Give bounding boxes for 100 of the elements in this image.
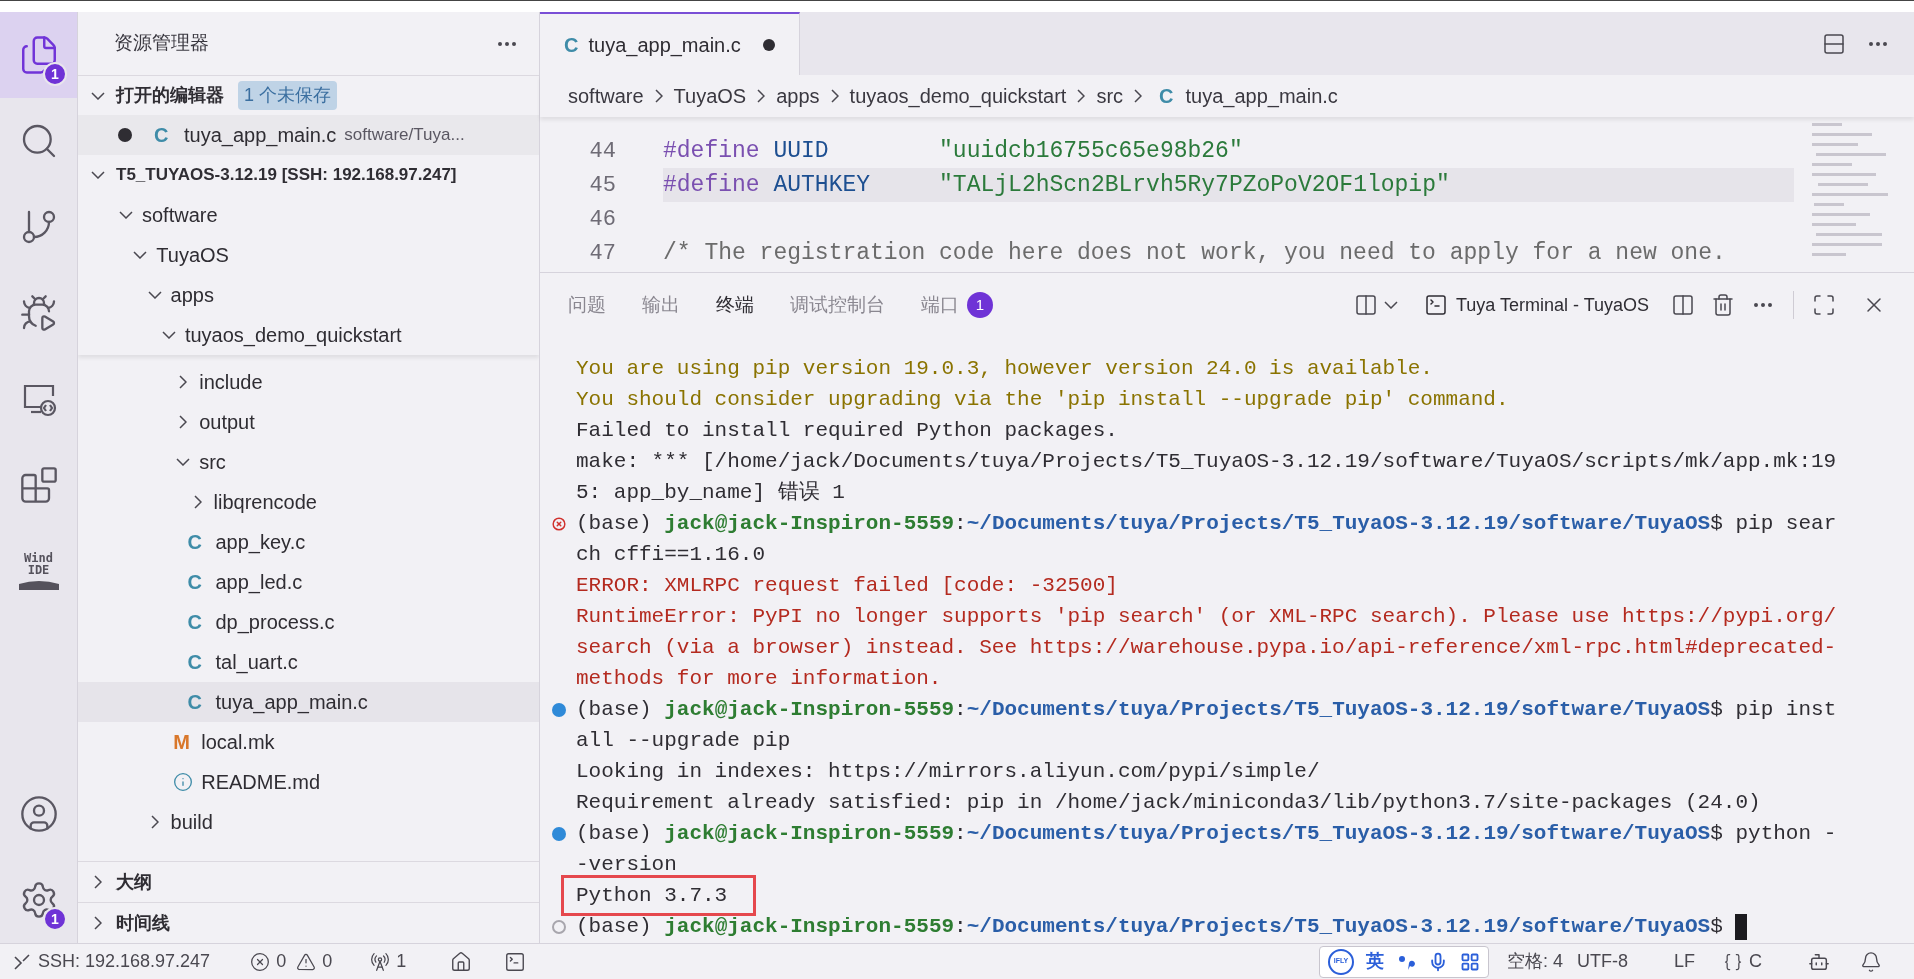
panel-tab[interactable]: 端口 1 bbox=[921, 290, 993, 320]
prompt-line: (base) jack@jack-Inspiron-5559:~/Documents/tuya/Projects/T5_TuyaOS-3.12.19/software/TuyaOS$ pip sear bbox=[576, 510, 1837, 537]
output-line: search (via a browser) instead. See https://warehouse.pypa.io/api-reference/xml-rpc.html#deprecated- bbox=[576, 634, 1837, 661]
error-icon bbox=[250, 951, 271, 972]
remote-icon bbox=[12, 951, 32, 972]
split-editor-icon[interactable] bbox=[1822, 31, 1846, 56]
tree-item[interactable]: output bbox=[78, 402, 539, 442]
c-file-icon: C bbox=[187, 607, 210, 637]
output-line: methods for more information. bbox=[576, 665, 942, 692]
remote-indicator[interactable]: SSH: 192.168.97.247 bbox=[12, 948, 211, 975]
tree-item[interactable]: include bbox=[78, 362, 539, 402]
line-number: 47 bbox=[588, 239, 616, 268]
ports-indicator[interactable]: 1 bbox=[370, 948, 407, 975]
line-ending-indicator[interactable]: LF bbox=[1674, 948, 1695, 975]
activity-button[interactable]: 1 bbox=[0, 12, 77, 98]
chevron-right-icon bbox=[757, 89, 766, 103]
chevron-down-icon bbox=[1383, 301, 1398, 309]
platform-icon bbox=[16, 578, 61, 590]
language-indicator[interactable]: C bbox=[1723, 948, 1762, 975]
file-name: tuya_app_main.c bbox=[184, 123, 337, 149]
panel-title: 资源管理器 bbox=[114, 31, 209, 56]
logo-button[interactable]: Wind IDE bbox=[0, 528, 77, 614]
c-file-icon: C bbox=[187, 527, 210, 557]
output-line: Failed to install required Python packages. bbox=[576, 417, 1118, 444]
file-path: software/Tuya... bbox=[344, 124, 465, 147]
code-line: /* The registration code here does not work, you need to apply for a new one. bbox=[663, 238, 1727, 268]
tree-item[interactable]: apps bbox=[78, 275, 539, 315]
makefile-icon: M bbox=[173, 727, 196, 757]
breadcrumb-item[interactable]: tuyaos_demo_quickstart bbox=[849, 81, 1067, 111]
tree-item[interactable]: C dp_process.c bbox=[78, 602, 539, 642]
c-file-icon: C bbox=[187, 647, 210, 677]
input-mode-toggle[interactable]: 英 bbox=[1365, 948, 1384, 975]
tree-item[interactable]: libqrencode bbox=[78, 482, 539, 522]
tree-item[interactable]: software bbox=[78, 195, 539, 235]
tree-item[interactable]: C tal_uart.c bbox=[78, 642, 539, 682]
breadcrumb-item[interactable]: tuya_app_main.c bbox=[1185, 81, 1338, 111]
notification-badge: 1 bbox=[43, 907, 67, 931]
tree-item[interactable]: README.md bbox=[78, 762, 539, 802]
antenna-icon bbox=[370, 951, 391, 972]
bell-icon[interactable] bbox=[1860, 950, 1882, 973]
output-line: Requirement already satisfied: pip in /home/jack/miniconda3/lib/python3.7/site-packages (24.0) bbox=[576, 789, 1761, 816]
notification-badge: 1 bbox=[43, 62, 67, 86]
breadcrumb-item[interactable]: software bbox=[568, 81, 644, 111]
panel-tab[interactable]: 终端 bbox=[716, 290, 754, 320]
maximize-icon[interactable] bbox=[1812, 293, 1836, 317]
tree-item[interactable]: tuyaos_demo_quickstart bbox=[78, 315, 539, 355]
tree-item[interactable]: M local.mk bbox=[78, 722, 539, 762]
tree-item[interactable]: src bbox=[78, 442, 539, 482]
prompt-line: (base) jack@jack-Inspiron-5559:~/Documents/tuya/Projects/T5_TuyaOS-3.12.19/software/TuyaOS$ python - bbox=[576, 820, 1837, 847]
chevron-right-icon bbox=[654, 89, 663, 103]
output-line: You should consider upgrading via the 'pip install --upgrade pip' command. bbox=[576, 386, 1509, 413]
line-number: 45 bbox=[588, 171, 616, 200]
braces-icon bbox=[1723, 951, 1743, 972]
tree-item[interactable]: TuyaOS bbox=[78, 235, 539, 275]
tree-item[interactable]: C app_key.c bbox=[78, 522, 539, 562]
grid-icon[interactable] bbox=[1459, 951, 1480, 972]
indentation-indicator[interactable]: 空格: 4 bbox=[1506, 948, 1563, 975]
c-file-icon: C bbox=[187, 567, 210, 597]
output-line: ERROR: XMLRPC request failed [code: -32500] bbox=[576, 572, 1118, 599]
line-number: 44 bbox=[588, 137, 616, 166]
unsaved-badge: 1 个未保存 bbox=[238, 81, 337, 110]
encoding-indicator[interactable]: UTF-8 bbox=[1577, 948, 1628, 975]
chevron-right-icon bbox=[1134, 89, 1143, 103]
c-file-icon: C bbox=[187, 687, 210, 717]
terminal-icon[interactable] bbox=[504, 950, 527, 973]
split-terminal-icon[interactable] bbox=[1671, 293, 1695, 317]
output-line: RuntimeError: PyPI no longer supports 'pip search' (or XML-RPC search). Please use https://pypi.org/ bbox=[576, 603, 1837, 630]
chevron-right-icon bbox=[830, 89, 839, 103]
tree-item[interactable]: build bbox=[78, 802, 539, 842]
c-file-icon: C bbox=[1159, 81, 1174, 111]
code-line: #define UUID "uuidcb16755c65e98b26" bbox=[663, 136, 1244, 166]
tree-item[interactable]: C app_led.c bbox=[78, 562, 539, 602]
split-icon bbox=[1353, 293, 1378, 317]
section-header[interactable]: 大纲 bbox=[78, 861, 539, 902]
output-line: make: *** [/home/jack/Documents/tuya/Projects/T5_TuyaOS-3.12.19/software/TuyaOS/scripts/mk/app.mk:19 bbox=[576, 448, 1837, 475]
c-file-icon: C bbox=[154, 120, 176, 150]
line-number: 46 bbox=[588, 205, 616, 234]
breadcrumb-item[interactable]: src bbox=[1096, 81, 1124, 111]
chevron-right-icon bbox=[1077, 89, 1086, 103]
output-line: -version bbox=[576, 851, 677, 878]
problems-indicator[interactable]: 0 0 bbox=[250, 948, 333, 975]
new-terminal-dropdown[interactable] bbox=[1353, 293, 1398, 317]
breadcrumb-item[interactable]: apps bbox=[776, 81, 820, 111]
home-icon[interactable] bbox=[450, 950, 473, 973]
activity-button[interactable]: 1 bbox=[0, 857, 77, 943]
section-header[interactable]: T5_TUYAOS-3.12.19 [SSH: 192.168.97.247] bbox=[78, 155, 539, 195]
output-line: all --upgrade pip bbox=[576, 727, 791, 754]
trash-icon[interactable] bbox=[1711, 293, 1735, 317]
editor-tab[interactable]: C tuya_app_main.c bbox=[540, 12, 800, 75]
breadcrumb-item[interactable]: TuyaOS bbox=[673, 81, 747, 111]
output-line: You are using pip version 19.0.3, however version 24.0 is available. bbox=[576, 355, 1433, 382]
tree-item[interactable]: C tuya_app_main.c bbox=[78, 682, 539, 722]
output-line: ch cffi==1.16.0 bbox=[576, 541, 766, 568]
open-editor-item[interactable]: C tuya_app_main.c software/Tuya... bbox=[78, 115, 539, 155]
count-badge: 1 bbox=[967, 292, 993, 318]
prompt-line: (base) jack@jack-Inspiron-5559:~/Documents/tuya/Projects/T5_TuyaOS-3.12.19/software/TuyaOS$ pip inst bbox=[576, 696, 1837, 723]
output-line: Looking in indexes: https://mirrors.aliyun.com/pypi/simple/ bbox=[576, 758, 1320, 785]
output-line: 5: app_by_name] 错误 1 bbox=[576, 479, 845, 506]
info-icon bbox=[173, 772, 194, 792]
terminal-selector[interactable]: Tuya Terminal - TuyaOS bbox=[1423, 291, 1649, 319]
